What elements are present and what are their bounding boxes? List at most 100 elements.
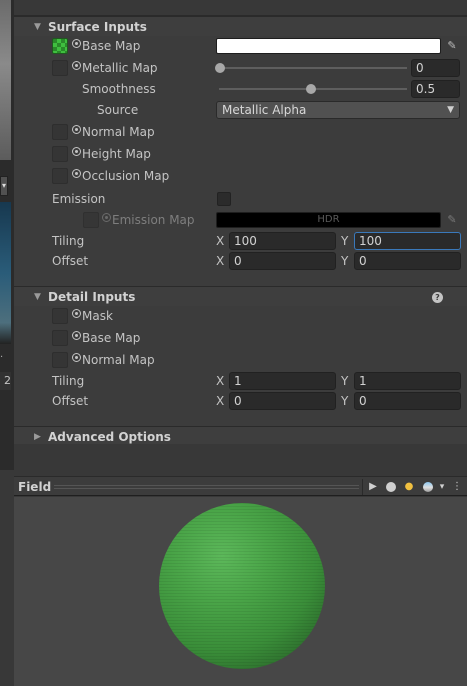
- material-preview[interactable]: [14, 497, 467, 686]
- emission-checkbox[interactable]: [217, 192, 231, 206]
- source-row: Source Metallic Alpha ▼: [14, 100, 467, 120]
- tiling-x-axis-label: X: [216, 234, 225, 248]
- object-picker-icon[interactable]: [72, 61, 81, 70]
- metallic-slider-track[interactable]: [219, 67, 407, 69]
- detail-offset-x-field[interactable]: 0: [229, 392, 336, 410]
- metallic-value-field[interactable]: 0: [411, 59, 460, 77]
- toolbar-divider: [362, 479, 363, 495]
- offset-y-axis-label: Y: [341, 254, 349, 268]
- offset-x-axis-label: X: [216, 254, 225, 268]
- expand-arrow-icon: ▼: [34, 21, 41, 32]
- object-picker-icon[interactable]: [72, 39, 81, 48]
- occlusion-map-label: Occlusion Map: [82, 169, 170, 183]
- smoothness-row: Smoothness 0.5: [14, 79, 467, 99]
- preview-toolbar: Field ▶ ● ▾ ⋮: [14, 476, 467, 496]
- hdr-label: HDR: [317, 214, 340, 225]
- object-picker-icon[interactable]: [72, 309, 81, 318]
- advanced-options-header[interactable]: ▶ Advanced Options: [14, 426, 467, 446]
- mask-texture-slot[interactable]: [52, 308, 68, 324]
- metallic-slider-handle[interactable]: [215, 63, 225, 73]
- eyedropper-icon[interactable]: ✎: [445, 213, 459, 227]
- smoothness-label: Smoothness: [82, 82, 156, 96]
- chevron-down-icon[interactable]: ▾: [437, 479, 447, 495]
- tiling-y-axis-label: Y: [341, 234, 349, 248]
- emission-hdr-color-field[interactable]: HDR: [216, 212, 441, 228]
- offset-label: Offset: [52, 254, 89, 268]
- detail-base-map-texture-slot[interactable]: [52, 330, 68, 346]
- emission-map-label: Emission Map: [112, 213, 195, 227]
- detail-base-map-label: Base Map: [82, 331, 141, 345]
- emission-map-texture-slot[interactable]: [83, 212, 99, 228]
- source-label: Source: [97, 103, 139, 117]
- scene-view-edge: [0, 0, 11, 160]
- detail-offset-x-axis-label: X: [216, 394, 225, 408]
- lights-icon[interactable]: ●: [401, 479, 417, 495]
- height-map-label: Height Map: [82, 147, 151, 161]
- base-map-color-field[interactable]: [216, 38, 441, 54]
- offset-y-field[interactable]: 0: [354, 252, 461, 270]
- normal-map-texture-slot[interactable]: [52, 124, 68, 140]
- inspector-empty-area: [14, 444, 467, 470]
- tiling-label: Tiling: [52, 234, 85, 248]
- tiling-y-field[interactable]: 100: [354, 232, 461, 250]
- emission-label: Emission: [52, 192, 106, 206]
- emission-map-row: Emission Map HDR ✎: [14, 210, 467, 230]
- metallic-map-texture-slot[interactable]: [52, 60, 68, 76]
- tiling-row: Tiling X 100 Y 100: [14, 231, 467, 251]
- inspector-top-bar: [14, 0, 467, 16]
- object-picker-icon[interactable]: [72, 331, 81, 340]
- game-view-edge: [0, 202, 11, 344]
- occlusion-map-texture-slot[interactable]: [52, 168, 68, 184]
- more-options-icon[interactable]: ⋮: [449, 479, 465, 495]
- left-dropdown[interactable]: ▾: [0, 176, 8, 196]
- detail-tiling-y-axis-label: Y: [341, 374, 349, 388]
- detail-normal-map-texture-slot[interactable]: [52, 352, 68, 368]
- detail-inputs-header[interactable]: ▼ Detail Inputs ?: [14, 286, 467, 306]
- left-panel-edge: ▾ · 2: [0, 0, 14, 470]
- detail-offset-y-axis-label: Y: [341, 394, 349, 408]
- sphere-mesh-icon[interactable]: [383, 479, 399, 495]
- source-dropdown[interactable]: Metallic Alpha ▼: [216, 101, 460, 119]
- object-picker-icon[interactable]: [72, 169, 81, 178]
- smoothness-slider-handle[interactable]: [306, 84, 316, 94]
- metallic-map-label: Metallic Map: [82, 61, 158, 75]
- source-value: Metallic Alpha: [222, 103, 307, 117]
- detail-offset-y-field[interactable]: 0: [354, 392, 461, 410]
- detail-tiling-y-field[interactable]: 1: [354, 372, 461, 390]
- base-map-row: Base Map ✎: [14, 36, 467, 56]
- detail-tiling-row: Tiling X 1 Y 1: [14, 371, 467, 391]
- detail-base-map-row: Base Map: [14, 328, 467, 348]
- object-picker-icon[interactable]: [72, 353, 81, 362]
- normal-map-label: Normal Map: [82, 125, 155, 139]
- height-map-row: Height Map: [14, 144, 467, 164]
- height-map-texture-slot[interactable]: [52, 146, 68, 162]
- tiling-x-field[interactable]: 100: [229, 232, 336, 250]
- detail-tiling-x-field[interactable]: 1: [229, 372, 336, 390]
- object-picker-icon[interactable]: [102, 213, 111, 222]
- base-map-texture-slot[interactable]: [52, 38, 68, 54]
- emission-row: Emission: [14, 189, 467, 209]
- eyedropper-icon[interactable]: ✎: [445, 39, 459, 53]
- play-icon[interactable]: ▶: [365, 479, 381, 495]
- normal-map-row: Normal Map: [14, 122, 467, 142]
- object-picker-icon[interactable]: [72, 147, 81, 156]
- detail-inputs-title: Detail Inputs: [48, 289, 136, 304]
- object-picker-icon[interactable]: [72, 125, 81, 134]
- surface-inputs-header[interactable]: ▼ Surface Inputs: [14, 16, 467, 36]
- resize-handle[interactable]: [54, 485, 359, 489]
- mask-row: Mask: [14, 306, 467, 326]
- offset-x-field[interactable]: 0: [229, 252, 336, 270]
- detail-tiling-x-axis-label: X: [216, 374, 225, 388]
- detail-tiling-label: Tiling: [52, 374, 85, 388]
- smoothness-value-field[interactable]: 0.5: [411, 80, 460, 98]
- chevron-down-icon: ▼: [447, 105, 454, 115]
- preview-sphere: [159, 503, 325, 669]
- expand-arrow-icon: ▼: [34, 291, 41, 302]
- mask-label: Mask: [82, 309, 113, 323]
- preview-title: Field: [18, 480, 52, 494]
- surface-inputs-title: Surface Inputs: [48, 19, 147, 34]
- left-number: 2: [0, 372, 11, 390]
- sky-preview-icon[interactable]: [420, 479, 436, 495]
- help-icon[interactable]: ?: [432, 292, 443, 303]
- occlusion-map-row: Occlusion Map: [14, 166, 467, 186]
